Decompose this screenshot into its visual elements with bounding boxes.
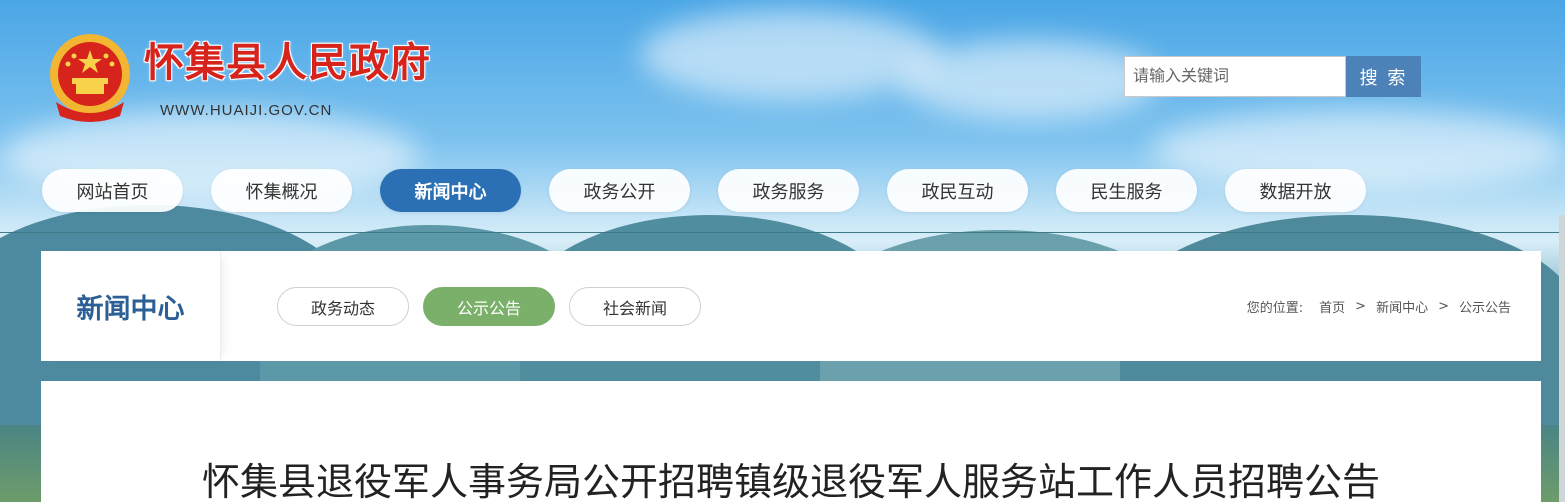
breadcrumb-item-home[interactable]: 首页: [1319, 297, 1345, 316]
nav-item-news[interactable]: 新闻中心: [380, 169, 521, 212]
article-title: 怀集县退役军人事务局公开招聘镇级退役军人服务站工作人员招聘公告: [201, 460, 1380, 502]
breadcrumb-separator: >: [1438, 299, 1449, 314]
nav-divider: [0, 232, 1565, 233]
section-tabs: 政务动态 公示公告 社会新闻: [277, 287, 701, 326]
breadcrumb: 您的位置: 首页 > 新闻中心 > 公示公告: [1247, 297, 1511, 316]
article-panel: 怀集县退役军人事务局公开招聘镇级退役军人服务站工作人员招聘公告: [41, 381, 1541, 502]
search-input[interactable]: [1124, 56, 1346, 97]
nav-item-open-data[interactable]: 数据开放: [1225, 169, 1366, 212]
nav-item-gov-services[interactable]: 政务服务: [718, 169, 859, 212]
scrollbar[interactable]: [1559, 215, 1565, 502]
site-title[interactable]: 怀集县人民政府: [144, 30, 431, 88]
breadcrumb-separator: >: [1355, 299, 1367, 314]
breadcrumb-label: 您的位置:: [1246, 301, 1304, 316]
section-bar: 新闻中心 政务动态 公示公告 社会新闻 您的位置: 首页 > 新闻中心 > 公示…: [41, 251, 1541, 361]
breadcrumb-item-news[interactable]: 新闻中心: [1376, 297, 1428, 316]
tab-social-news[interactable]: 社会新闻: [569, 287, 701, 326]
national-emblem-icon: [42, 28, 138, 128]
main-nav: 网站首页 怀集概况 新闻中心 政务公开 政务服务 政民互动 民生服务 数据开放: [42, 169, 1366, 212]
nav-item-interaction[interactable]: 政民互动: [887, 169, 1028, 212]
nav-item-home[interactable]: 网站首页: [42, 169, 183, 212]
tab-announcements[interactable]: 公示公告: [423, 287, 555, 326]
tab-gov-news[interactable]: 政务动态: [277, 287, 409, 326]
section-title: 新闻中心: [41, 251, 221, 361]
search-button[interactable]: 搜 索: [1346, 56, 1421, 97]
nav-item-overview[interactable]: 怀集概况: [211, 169, 352, 212]
search-bar: 搜 索: [1124, 56, 1421, 97]
site-header: 怀集县人民政府 WWW.HUAIJI.GOV.CN 搜 索: [0, 0, 1565, 160]
nav-item-gov-affairs[interactable]: 政务公开: [549, 169, 690, 212]
nav-item-livelihood[interactable]: 民生服务: [1056, 169, 1197, 212]
site-domain: WWW.HUAIJI.GOV.CN: [160, 102, 333, 119]
breadcrumb-item-announcements[interactable]: 公示公告: [1459, 297, 1511, 316]
